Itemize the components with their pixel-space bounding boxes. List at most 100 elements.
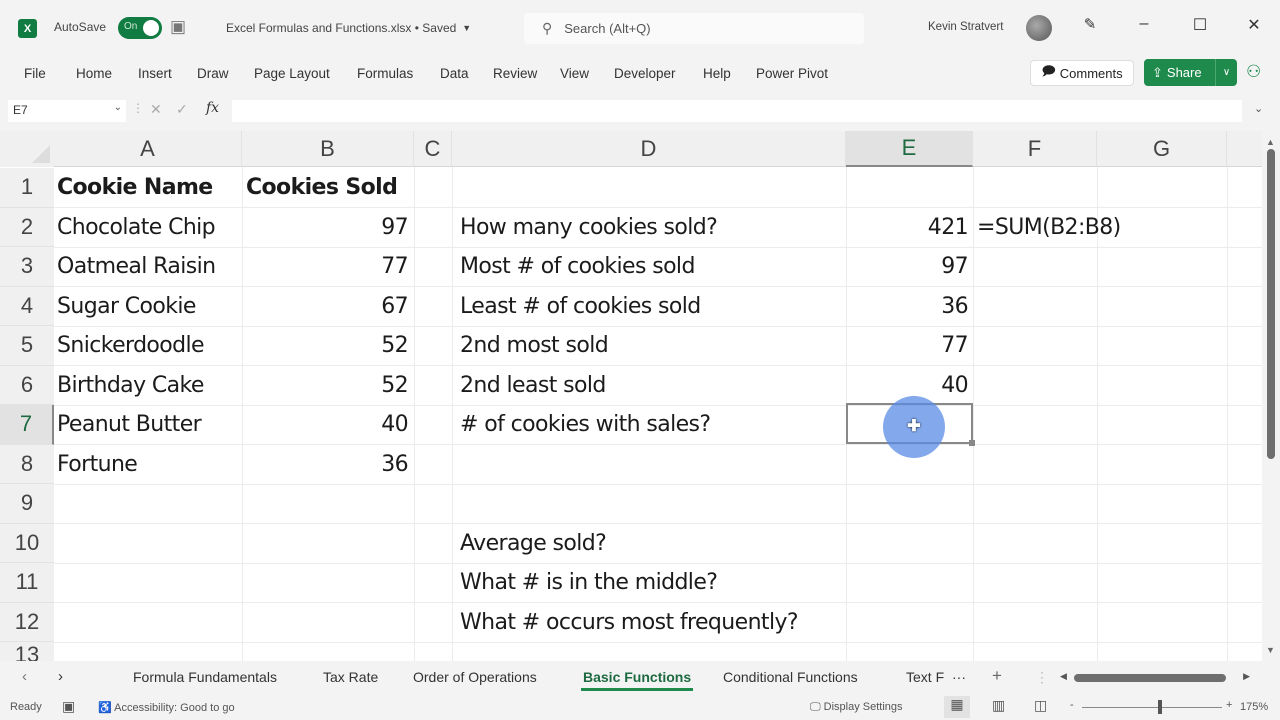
cell-a8[interactable]: Fortune [57, 445, 138, 485]
name-box[interactable]: E7 ⌄ [8, 100, 126, 122]
cell-e5[interactable]: 77 [846, 326, 968, 366]
row-header-10[interactable]: 10 [0, 523, 54, 563]
spreadsheet-grid[interactable]: A B C D E F G 1 2 3 4 5 6 7 8 9 10 11 12… [0, 131, 1262, 661]
cell-d3[interactable]: Most # of cookies sold [460, 247, 695, 287]
tab-home[interactable]: Home [76, 66, 112, 81]
enter-icon[interactable]: ✓ [176, 101, 188, 118]
cell-a3[interactable]: Oatmeal Raisin [57, 247, 216, 287]
cell-b6[interactable]: 52 [242, 366, 408, 406]
row-header-13[interactable]: 13 [0, 642, 54, 661]
tab-page-layout[interactable]: Page Layout [254, 66, 330, 81]
row-header-1[interactable]: 1 [0, 168, 54, 208]
formula-input[interactable] [232, 100, 1242, 122]
cell-d2[interactable]: How many cookies sold? [460, 208, 718, 248]
tab-review[interactable]: Review [493, 66, 537, 81]
cell-e2[interactable]: 421 [846, 208, 969, 248]
zoom-slider[interactable] [1082, 707, 1222, 708]
cell-d7[interactable]: # of cookies with sales? [460, 405, 711, 445]
row-header-9[interactable]: 9 [0, 484, 54, 524]
avatar[interactable] [1026, 15, 1052, 41]
comments-button[interactable]: 🗩 Comments [1030, 60, 1134, 86]
tab-draw[interactable]: Draw [197, 66, 229, 81]
scroll-right-icon[interactable]: ▶ [1243, 671, 1250, 682]
column-header-a[interactable]: A [54, 131, 242, 167]
row-header-3[interactable]: 3 [0, 247, 54, 287]
column-header-h[interactable] [1227, 131, 1262, 167]
zoom-slider-thumb[interactable] [1158, 700, 1162, 714]
row-header-4[interactable]: 4 [0, 286, 54, 326]
column-header-c[interactable]: C [414, 131, 452, 167]
cell-a1[interactable]: Cookie Name [57, 168, 213, 208]
sheet-tab-text-functions[interactable]: Text F [906, 669, 944, 685]
scroll-left-icon[interactable]: ◀ [1060, 671, 1067, 682]
cell-f2[interactable]: =SUM(B2:B8) [977, 208, 1121, 248]
row-header-8[interactable]: 8 [0, 444, 54, 484]
zoom-out-button[interactable]: - [1070, 699, 1074, 711]
cell-d12[interactable]: What # occurs most frequently? [460, 603, 799, 643]
column-header-e[interactable]: E [846, 131, 973, 167]
row-header-2[interactable]: 2 [0, 207, 54, 247]
accessibility-status[interactable]: ♿ Accessibility: Good to go [98, 701, 235, 714]
row-header-12[interactable]: 12 [0, 602, 54, 642]
sheet-tab-conditional-functions[interactable]: Conditional Functions [723, 669, 858, 685]
sheet-tab-formula-fundamentals[interactable]: Formula Fundamentals [133, 669, 277, 685]
vertical-scroll-thumb[interactable] [1267, 149, 1275, 459]
close-button[interactable]: ✕ [1242, 15, 1266, 35]
pen-icon[interactable]: ✎ [1078, 15, 1102, 33]
scroll-down-icon[interactable]: ▼ [1266, 645, 1275, 655]
sheet-tab-tax-rate[interactable]: Tax Rate [323, 669, 378, 685]
splitter-icon[interactable]: ⋮ [1035, 669, 1049, 686]
scroll-up-icon[interactable]: ▲ [1266, 137, 1275, 147]
cell-d6[interactable]: 2nd least sold [460, 366, 606, 406]
cell-d5[interactable]: 2nd most sold [460, 326, 609, 366]
tab-help[interactable]: Help [703, 66, 731, 81]
share-button[interactable]: ⇪ Share ∨ [1144, 59, 1237, 86]
zoom-in-button[interactable]: + [1226, 699, 1232, 711]
cell-a2[interactable]: Chocolate Chip [57, 208, 216, 248]
row-header-6[interactable]: 6 [0, 365, 54, 405]
coauthor-icon[interactable]: ⚇ [1246, 62, 1261, 82]
share-dropdown-chevron-icon[interactable]: ∨ [1215, 59, 1237, 86]
cancel-icon[interactable]: ✕ [150, 101, 162, 118]
tab-data[interactable]: Data [440, 66, 469, 81]
tab-power-pivot[interactable]: Power Pivot [756, 66, 828, 81]
column-header-f[interactable]: F [973, 131, 1097, 167]
cell-a7[interactable]: Peanut Butter [57, 405, 202, 445]
expand-formula-bar-icon[interactable]: ⌄ [1254, 102, 1263, 115]
sheet-tab-order-of-operations[interactable]: Order of Operations [413, 669, 537, 685]
save-icon[interactable]: ▣ [170, 17, 186, 37]
cell-b1[interactable]: Cookies Sold [246, 168, 398, 208]
fill-handle[interactable] [969, 440, 975, 446]
page-layout-view-icon[interactable]: ▥ [992, 697, 1005, 714]
autosave-toggle[interactable]: On [118, 17, 162, 39]
add-sheet-button[interactable]: + [992, 666, 1002, 686]
cell-e3[interactable]: 97 [846, 247, 968, 287]
tab-file[interactable]: File [24, 66, 46, 81]
column-header-d[interactable]: D [452, 131, 846, 167]
row-header-7[interactable]: 7 [0, 405, 54, 445]
select-all-button[interactable] [0, 131, 54, 167]
sheet-tab-basic-functions[interactable]: Basic Functions [580, 669, 694, 691]
cell-a5[interactable]: Snickerdoodle [57, 326, 205, 366]
cell-b3[interactable]: 77 [242, 247, 408, 287]
previous-sheet-icon[interactable]: ‹ [22, 668, 27, 685]
file-title[interactable]: Excel Formulas and Functions.xlsx • Save… [226, 21, 471, 35]
cell-b2[interactable]: 97 [242, 208, 408, 248]
tab-view[interactable]: View [560, 66, 589, 81]
cell-b5[interactable]: 52 [242, 326, 408, 366]
normal-view-icon[interactable]: ▦ [944, 696, 970, 718]
cell-b7[interactable]: 40 [242, 405, 408, 445]
cell-a4[interactable]: Sugar Cookie [57, 287, 196, 327]
maximize-button[interactable]: ☐ [1188, 15, 1212, 35]
tab-developer[interactable]: Developer [614, 66, 676, 81]
tab-formulas[interactable]: Formulas [357, 66, 413, 81]
zoom-level[interactable]: 175% [1240, 701, 1268, 713]
cell-d11[interactable]: What # is in the middle? [460, 563, 718, 603]
search-box[interactable]: ⚲ Search (Alt+Q) [524, 13, 864, 44]
page-break-view-icon[interactable]: ◫ [1034, 697, 1047, 714]
vertical-scrollbar[interactable]: ▲ ▼ [1262, 131, 1280, 661]
horizontal-scrollbar[interactable]: ◀ ▶ [1060, 671, 1250, 684]
horizontal-scroll-thumb[interactable] [1074, 674, 1226, 682]
tab-insert[interactable]: Insert [138, 66, 172, 81]
column-header-b[interactable]: B [242, 131, 414, 167]
